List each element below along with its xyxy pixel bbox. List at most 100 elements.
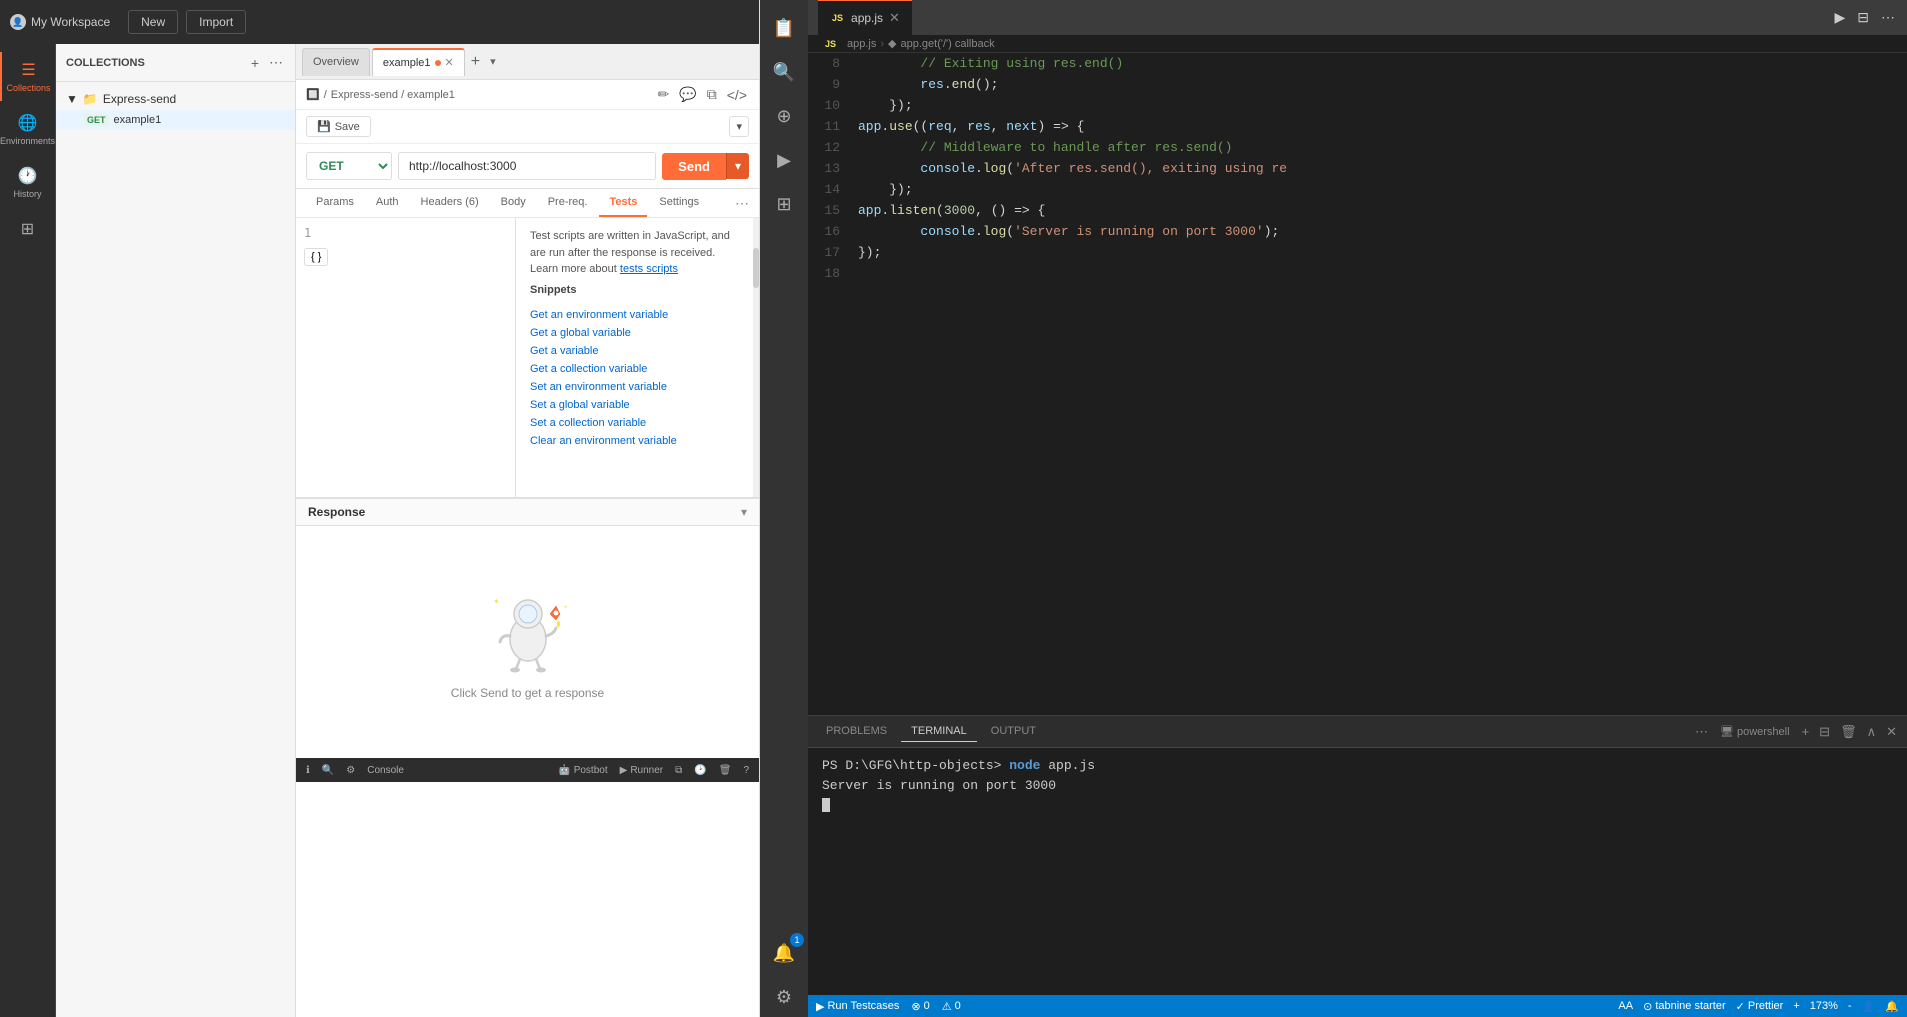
tests-scripts-link[interactable]: tests scripts [620,263,678,275]
vscode-editor[interactable]: 8 9 10 11 12 13 14 15 16 17 18 // Exitin… [808,53,1907,715]
collection-request-item[interactable]: GET example1 [56,110,295,130]
activity-settings[interactable]: ⚙ [764,977,804,1017]
snippet-8[interactable]: Clear an environment variable [530,432,739,450]
bell-icon: 🔔 [1885,1000,1899,1013]
save-btn[interactable]: 💾 Save [306,116,371,137]
terminal-add-btn[interactable]: + [1800,722,1812,741]
terminal-maximize-btn[interactable]: ∧ [1865,722,1879,742]
collections-actions: + ⋯ [249,52,285,73]
tab-params[interactable]: Params [306,189,364,217]
terminal-body[interactable]: PS D:\GFG\http-objects> node app.js Serv… [808,748,1907,995]
status-aa[interactable]: AA [1618,1000,1633,1013]
send-dropdown-btn[interactable]: ▾ [726,153,749,179]
tab-close-appjs[interactable]: ✕ [889,10,900,26]
status-zoom-minus[interactable]: - [1848,1000,1852,1013]
tab-close-btn[interactable]: ✕ [445,56,454,69]
collection-folder[interactable]: ▼ 📁 Express-send [56,88,295,110]
split-editor-btn[interactable]: ⊟ [1855,7,1871,28]
activity-git[interactable]: ⊕ [764,96,804,136]
snippet-7[interactable]: Set a collection variable [530,414,739,432]
status-settings[interactable]: ⚙ [346,765,355,776]
snippet-2[interactable]: Get a global variable [530,324,739,342]
tab-body[interactable]: Body [491,189,536,217]
notification-badge: 1 [790,933,804,947]
sidebar-item-environments[interactable]: 🌐 Environments [0,105,55,154]
activity-search[interactable]: 🔍 [764,52,804,92]
status-run-testcases[interactable]: ▶ Run Testcases [816,1000,899,1013]
status-more-icons[interactable]: ⧉ [675,765,682,776]
tab-example1[interactable]: example1 ✕ [372,48,465,76]
status-help[interactable]: ? [743,765,749,776]
snippets-scrollbar-thumb[interactable] [753,248,759,288]
terminal-more-btn[interactable]: ⋯ [1693,722,1710,742]
snippet-1[interactable]: Get an environment variable [530,306,739,324]
vscode-tab-appjs[interactable]: JS app.js ✕ [818,0,912,35]
terminal-tab-output[interactable]: OUTPUT [981,721,1046,742]
activity-explorer[interactable]: 📋 [764,8,804,48]
status-errors[interactable]: ⊗ 0 [911,1000,929,1013]
tab-prereq[interactable]: Pre-req. [538,189,598,217]
comment-btn[interactable]: 💬 [677,84,698,105]
request-tabs-bar: Overview example1 ✕ + ▾ [296,44,759,80]
terminal-split-btn[interactable]: ⊟ [1817,722,1832,742]
collections-menu-btn[interactable]: ⋯ [267,52,285,73]
snippets-title: Snippets [530,284,739,296]
more-actions-btn[interactable]: ⋯ [1879,7,1897,28]
snippet-4[interactable]: Get a collection variable [530,360,739,378]
tab-settings[interactable]: Settings [649,189,709,217]
status-remote[interactable]: 👤 [1862,1000,1876,1013]
sidebar-item-more[interactable]: ⊞ [0,211,55,247]
code-btn[interactable]: </> [725,84,749,105]
snippets-panel: Test scripts are written in JavaScript, … [516,218,753,497]
sidebar-item-collections[interactable]: ☰ Collections [0,52,55,101]
method-select[interactable]: GET POST PUT DELETE [306,152,392,180]
activity-debug[interactable]: ▶ [764,140,804,180]
request-more-btn[interactable]: ⧉ [705,84,719,105]
edit-request-btn[interactable]: ✏ [656,84,672,105]
save-dropdown-btn[interactable]: ▾ [729,116,749,137]
activity-extensions[interactable]: ⊞ [764,184,804,224]
terminal-tab-problems[interactable]: PROBLEMS [816,721,897,742]
save-icon: 💾 [317,120,331,133]
add-tab-btn[interactable]: + [467,53,484,71]
terminal-delete-btn[interactable]: 🗑 [1838,722,1859,742]
status-console[interactable]: Console [367,765,404,776]
activity-notifications[interactable]: 🔔 1 [764,933,804,973]
status-search[interactable]: 🔍 [322,765,334,776]
send-button[interactable]: Send [662,153,726,180]
status-warnings[interactable]: ⚠ 0 [942,1000,961,1013]
workspace-icon: 👤 [10,14,26,30]
tests-code-editor[interactable]: 1 { } [296,218,516,497]
sidebar-item-history[interactable]: 🕐 History [0,158,55,207]
status-notifications-vsc[interactable]: 🔔 [1885,1000,1899,1013]
status-postbot[interactable]: 🤖 Postbot [558,765,607,776]
snippet-5[interactable]: Set an environment variable [530,378,739,396]
status-delete[interactable]: 🗑 [719,765,732,776]
req-tabs-more-btn[interactable]: ⋯ [735,195,749,212]
line-numbers: 8 9 10 11 12 13 14 15 16 17 18 [808,53,848,715]
tab-tests[interactable]: Tests [599,189,647,217]
status-prettier[interactable]: ✓ Prettier [1736,1000,1784,1013]
status-runner[interactable]: ▶ Runner [620,765,664,776]
status-zoom-plus[interactable]: + [1793,1000,1799,1013]
response-collapse-btn[interactable]: ▾ [741,505,747,519]
snippet-3[interactable]: Get a variable [530,342,739,360]
snippets-scrollbar[interactable] [753,218,759,497]
code-format-btn[interactable]: { } [304,248,328,266]
url-input[interactable] [398,152,656,180]
terminal-tab-terminal[interactable]: TERMINAL [901,721,977,742]
tabs-dropdown-btn[interactable]: ▾ [486,55,500,68]
terminal-tabs: PROBLEMS TERMINAL OUTPUT ⋯ 🖥 powershell … [808,716,1907,748]
tab-auth[interactable]: Auth [366,189,409,217]
snippet-6[interactable]: Set a global variable [530,396,739,414]
status-tabnine[interactable]: ⊙ tabnine starter [1643,1000,1726,1013]
tab-headers[interactable]: Headers (6) [411,189,489,217]
run-code-btn[interactable]: ▶ [1832,7,1847,28]
tab-overview[interactable]: Overview [302,48,370,76]
new-button[interactable]: New [128,10,178,34]
add-collection-btn[interactable]: + [249,52,261,73]
code-area[interactable]: // Exiting using res.end() res.end(); })… [848,53,1907,715]
terminal-cursor [822,798,830,812]
import-button[interactable]: Import [186,10,246,34]
terminal-close-btn[interactable]: ✕ [1884,722,1899,742]
